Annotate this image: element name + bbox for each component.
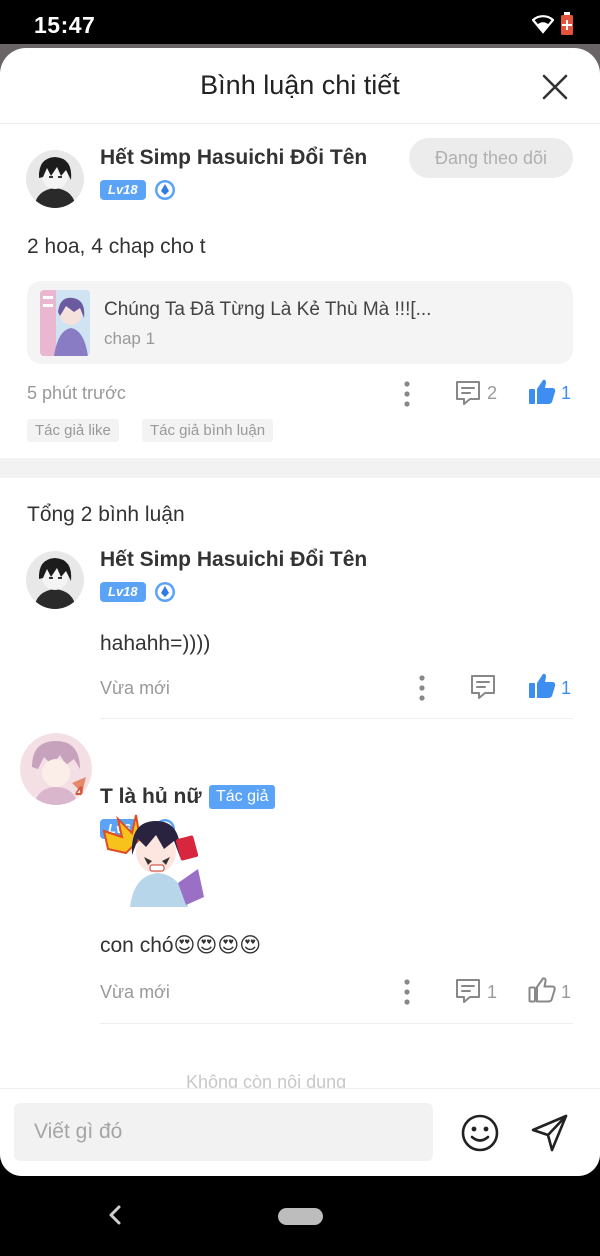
wifi-icon — [531, 14, 555, 39]
more-options-button[interactable] — [403, 979, 411, 1010]
status-time: 15:47 — [34, 12, 96, 38]
send-icon — [531, 1114, 568, 1152]
send-button[interactable] — [530, 1113, 570, 1158]
avatar[interactable] — [26, 150, 84, 208]
reply-count: 1 — [487, 982, 498, 1002]
divider — [100, 1023, 573, 1024]
comment-input[interactable] — [14, 1103, 433, 1161]
comment-composer — [0, 1088, 600, 1176]
avatar[interactable]: 4 — [20, 733, 92, 805]
status-icons — [531, 12, 574, 41]
like-count: 1 — [561, 678, 572, 698]
tag-author-comment: Tác giả bình luận — [142, 419, 274, 442]
follow-button[interactable]: Đang theo dõi — [409, 138, 573, 178]
comment-detail-sheet: Bình luận chi tiết Hết Simp Hasuichi Đổi… — [0, 48, 600, 1176]
reply-button[interactable] — [454, 978, 482, 1009]
thumbs-up-filled-icon — [529, 673, 556, 698]
like-button[interactable] — [528, 976, 556, 1009]
more-vertical-icon — [404, 979, 410, 1005]
status-bar: 15:47 — [0, 0, 600, 48]
divider — [100, 718, 573, 719]
like-count: 1 — [561, 982, 572, 1002]
emoji-button[interactable] — [460, 1113, 500, 1158]
username[interactable]: T là hủ nữ — [100, 785, 202, 809]
more-options-button[interactable] — [403, 381, 411, 412]
sheet-header: Bình luận chi tiết — [0, 48, 600, 124]
reply-text: hahahh=)))) — [100, 632, 211, 655]
reply-time: Vừa mới — [100, 982, 170, 1002]
comment-time: 5 phút trước — [27, 383, 126, 403]
username[interactable]: Hết Simp Hasuichi Đổi Tên — [100, 146, 367, 170]
thumbs-up-outline-icon — [528, 977, 556, 1003]
comment-icon — [456, 979, 480, 1003]
username[interactable]: Hết Simp Hasuichi Đổi Tên — [100, 548, 367, 572]
reply-time: Vừa mới — [100, 678, 170, 698]
nav-home-button[interactable] — [278, 1208, 323, 1225]
author-badge: Tác giả — [209, 785, 276, 809]
more-vertical-icon — [404, 381, 410, 407]
comic-thumbnail — [40, 290, 90, 356]
tag-author-like: Tác giả like — [27, 419, 119, 442]
comic-chapter: chap 1 — [104, 329, 156, 348]
section-divider — [0, 458, 600, 478]
more-options-button[interactable] — [418, 675, 426, 706]
avatar[interactable] — [26, 551, 84, 609]
back-chevron-icon — [109, 1205, 121, 1225]
level-badge: Lv18 — [100, 180, 146, 200]
comment-icon — [471, 675, 495, 699]
comic-title: Chúng Ta Đã Từng Là Kẻ Thù Mà !!![... — [104, 299, 432, 320]
system-nav-bar — [0, 1176, 600, 1256]
page-title: Bình luận chi tiết — [200, 70, 400, 100]
reply-button[interactable] — [469, 674, 497, 705]
gem-badge-icon — [154, 179, 176, 201]
level-badge: Lv18 — [100, 582, 146, 602]
sticker-image — [100, 813, 208, 907]
comic-card[interactable]: Chúng Ta Đã Từng Là Kẻ Thù Mà !!![... ch… — [27, 281, 573, 364]
thumbs-up-filled-icon — [529, 379, 556, 404]
comment-icon — [456, 381, 480, 405]
comment-text: 2 hoa, 4 chap cho t — [27, 235, 206, 258]
reply-button[interactable] — [454, 380, 482, 411]
reply-count: 2 — [487, 383, 498, 403]
like-button[interactable] — [528, 672, 556, 705]
more-vertical-icon — [419, 675, 425, 701]
battery-icon — [560, 12, 574, 41]
smiley-icon — [461, 1114, 499, 1152]
nav-back-button[interactable] — [106, 1204, 124, 1231]
replies-count-heading: Tổng 2 bình luận — [27, 503, 185, 526]
like-button[interactable] — [528, 378, 556, 411]
close-icon — [542, 74, 568, 100]
gem-badge-icon — [154, 581, 176, 603]
close-button[interactable] — [542, 74, 568, 100]
reply-text: con chó😍😍😍😍 — [100, 934, 262, 957]
svg-text:4: 4 — [75, 785, 85, 801]
like-count: 1 — [561, 383, 572, 403]
